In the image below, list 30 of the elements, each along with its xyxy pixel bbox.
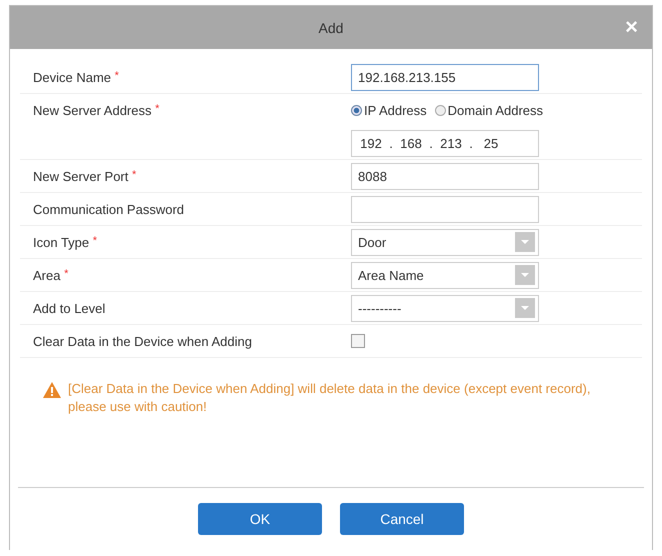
dropdown[interactable]: Area Name xyxy=(351,262,539,288)
required-mark: * xyxy=(155,103,160,115)
dialog-button[interactable]: OK xyxy=(198,503,322,535)
radio-option[interactable]: Domain Address xyxy=(434,103,544,118)
field-label: Add to Level xyxy=(33,300,106,316)
field-label: Device Name xyxy=(33,70,112,84)
field-label: Area xyxy=(33,268,60,282)
input-field[interactable]: 192.168.213.155 xyxy=(351,64,539,90)
dialog-button[interactable]: Cancel xyxy=(340,503,464,535)
required-mark: * xyxy=(114,70,119,82)
input-field[interactable]: 8088 xyxy=(351,162,539,190)
dropdown[interactable]: ---------- xyxy=(351,294,539,322)
field-label: New Server Address xyxy=(33,103,152,118)
field-label: Communication Password xyxy=(33,202,184,216)
field-label: Clear Data in the Device when Adding xyxy=(33,334,252,348)
required-mark: * xyxy=(92,234,98,246)
radio-icon[interactable] xyxy=(351,105,362,116)
field-label: Icon Type xyxy=(33,234,90,250)
radio-option[interactable]: IP Address xyxy=(351,103,427,118)
dropdown[interactable]: Door xyxy=(351,228,539,256)
ip-address-field[interactable]: 192 . 168 . 213 . 25 xyxy=(351,130,539,156)
window-title: Add xyxy=(318,20,344,36)
input-field[interactable] xyxy=(351,196,539,222)
field-label: New Server Port xyxy=(33,168,128,184)
required-mark: * xyxy=(132,168,136,180)
warning-message: [Clear Data in the Device when Adding] will delete data in the device (except event record), please use with caution! xyxy=(68,380,592,416)
required-mark: * xyxy=(64,268,68,280)
radio-icon[interactable] xyxy=(434,105,446,116)
warning-icon xyxy=(42,381,62,399)
checkbox[interactable] xyxy=(351,334,365,348)
